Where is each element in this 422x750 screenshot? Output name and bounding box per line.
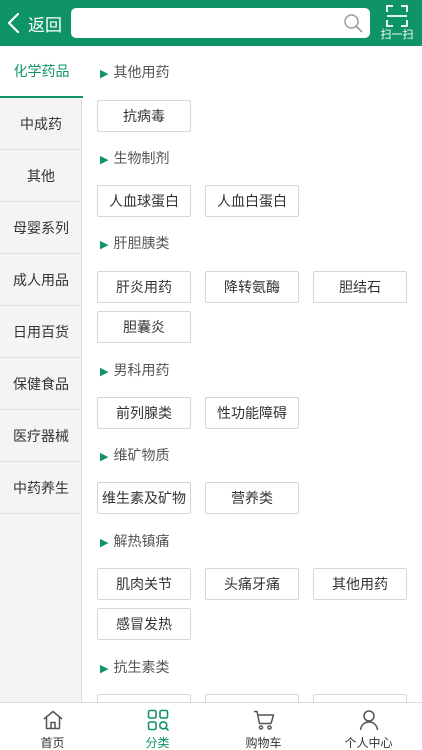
scan-button[interactable]: 扫一扫: [374, 4, 420, 44]
subcategory-chip[interactable]: [205, 694, 299, 702]
sidebar-item-daily-goods[interactable]: 日用百货: [0, 306, 82, 358]
subcategory-chip[interactable]: 维生素及矿物: [97, 482, 191, 514]
back-button[interactable]: 返回: [6, 8, 62, 38]
triangle-right-icon: ▶: [100, 365, 109, 378]
sidebar-item-adult-products[interactable]: 成人用品: [0, 254, 82, 306]
sidebar-item-label: 其他: [27, 168, 55, 185]
sidebar-item-label: 中成药: [20, 116, 62, 133]
sidebar-item-label: 化学药品: [13, 64, 70, 80]
subcategory-chip[interactable]: 抗病毒: [97, 100, 191, 132]
section-title-text: 维矿物质: [113, 448, 170, 464]
tab-label: 首页: [40, 736, 65, 750]
search-box: [71, 8, 370, 38]
subcategory-chip[interactable]: 感冒发热: [97, 608, 191, 640]
subcategory-chip[interactable]: 降转氨酶: [205, 271, 299, 303]
tab-label: 购物车: [245, 736, 282, 750]
tab-home[interactable]: 首页: [0, 703, 105, 750]
subcategory-chip[interactable]: 人血白蛋白: [205, 185, 299, 217]
scan-label: 扫一扫: [380, 28, 414, 41]
sidebar-item-chemical-drugs[interactable]: 化学药品: [0, 46, 83, 98]
section-title-text: 男科用药: [113, 363, 170, 379]
category-sidebar: 化学药品 中成药 其他 母婴系列 成人用品 日用百货 保健食品 医疗器械 中药养…: [0, 46, 83, 702]
back-label: 返回: [28, 15, 62, 36]
section-title: ▶ 抗生素类: [100, 657, 169, 679]
scan-icon: [386, 5, 408, 27]
subcategory-chip[interactable]: 其他用药: [313, 568, 407, 600]
sidebar-item-label: 保健食品: [13, 376, 69, 393]
triangle-right-icon: ▶: [100, 450, 109, 463]
sidebar-item-other[interactable]: 其他: [0, 150, 82, 202]
sidebar-item-label: 母婴系列: [13, 220, 69, 237]
home-icon: [43, 710, 62, 730]
bottom-tab-bar: 首页 分类 购物车 个人中心: [0, 702, 422, 750]
section-title: ▶ 解热镇痛: [100, 531, 169, 553]
triangle-right-icon: ▶: [100, 536, 109, 549]
subcategory-chip[interactable]: 肌肉关节: [97, 568, 191, 600]
section-title: ▶ 肝胆胰类: [100, 233, 169, 255]
sidebar-item-label: 中药养生: [13, 480, 69, 497]
section-title: ▶ 维矿物质: [100, 445, 169, 467]
triangle-right-icon: ▶: [100, 153, 109, 166]
search-icon[interactable]: [343, 13, 363, 33]
subcategory-chip[interactable]: 营养类: [205, 482, 299, 514]
tab-label: 分类: [145, 736, 170, 750]
subcategory-chip[interactable]: 人血球蛋白: [97, 185, 191, 217]
section-title-text: 肝胆胰类: [113, 236, 170, 252]
subcategory-chip[interactable]: [313, 694, 407, 702]
cart-icon: [253, 710, 274, 730]
section-title-text: 其他用药: [113, 65, 170, 81]
section-title-text: 抗生素类: [113, 660, 170, 676]
section-title: ▶ 其他用药: [100, 62, 169, 84]
tab-category[interactable]: 分类: [105, 703, 210, 750]
section-title-text: 解热镇痛: [113, 534, 170, 550]
subcategory-chip[interactable]: 胆囊炎: [97, 311, 191, 343]
subcategory-chip[interactable]: 头痛牙痛: [205, 568, 299, 600]
triangle-right-icon: ▶: [100, 67, 109, 80]
section-title: ▶ 生物制剂: [100, 148, 169, 170]
tab-cart[interactable]: 购物车: [211, 703, 316, 750]
user-icon: [359, 710, 378, 731]
sidebar-item-maternal-infant[interactable]: 母婴系列: [0, 202, 82, 254]
subcategory-chip[interactable]: 性功能障碍: [205, 397, 299, 429]
subcategory-chip[interactable]: 前列腺类: [97, 397, 191, 429]
section-title: ▶ 男科用药: [100, 360, 169, 382]
top-bar: 返回 扫一扫: [0, 0, 422, 46]
triangle-right-icon: ▶: [100, 238, 109, 251]
sidebar-item-medical-devices[interactable]: 医疗器械: [0, 410, 82, 462]
sidebar-item-label: 日用百货: [13, 324, 69, 341]
tab-profile[interactable]: 个人中心: [316, 703, 421, 750]
app-screen: 返回 扫一扫 化学药品 中成药 其他 母婴系列 成人用品 日用百货 保健食品 医…: [0, 0, 422, 750]
subcategory-chip[interactable]: 肝炎用药: [97, 271, 191, 303]
sidebar-item-tcm-wellness[interactable]: 中药养生: [0, 462, 82, 514]
category-icon: [147, 709, 169, 731]
chevron-left-icon: [7, 12, 20, 34]
tab-label: 个人中心: [344, 736, 393, 750]
triangle-right-icon: ▶: [100, 662, 109, 675]
section-title-text: 生物制剂: [113, 151, 170, 167]
sidebar-item-label: 医疗器械: [13, 428, 69, 445]
search-input[interactable]: [71, 8, 341, 38]
sidebar-item-health-food[interactable]: 保健食品: [0, 358, 82, 410]
subcategory-chip[interactable]: [97, 694, 191, 702]
sidebar-item-label: 成人用品: [13, 272, 69, 289]
subcategory-panel: ▶ 其他用药 抗病毒 ▶ 生物制剂 人血球蛋白 人血白蛋白 ▶ 肝胆胰类 肝炎用药 降…: [82, 46, 422, 702]
sidebar-item-chinese-patent-medicine[interactable]: 中成药: [0, 98, 82, 150]
subcategory-chip[interactable]: 胆结石: [313, 271, 407, 303]
